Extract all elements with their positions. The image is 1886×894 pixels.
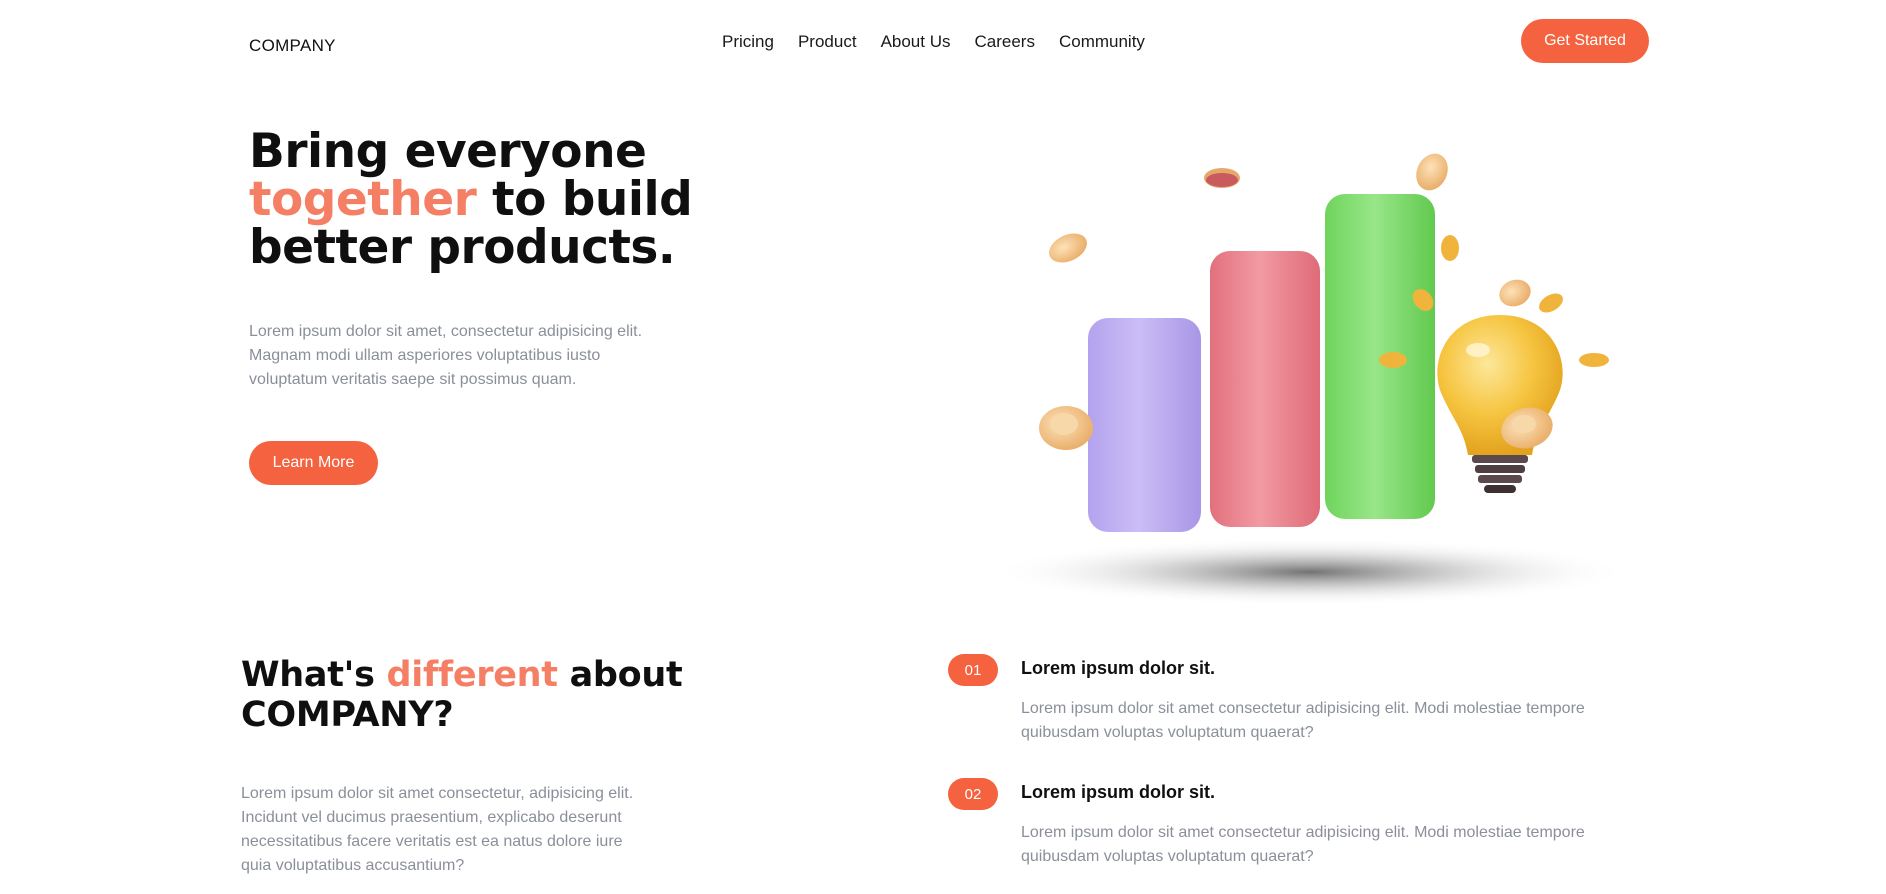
bar-green xyxy=(1325,194,1435,519)
coin-icon xyxy=(1539,293,1563,313)
coin-icon xyxy=(1416,153,1448,191)
feature-description: Lorem ipsum dolor sit amet consectetur a… xyxy=(1021,700,1585,741)
menu-item-about-us[interactable]: About Us xyxy=(881,32,951,52)
coin-icon xyxy=(1579,353,1609,367)
coin-icon xyxy=(1204,168,1240,188)
hero-title-line1: Bring everyone xyxy=(249,124,647,179)
get-started-button[interactable]: Get Started xyxy=(1521,19,1649,63)
feature-number-badge: 01 xyxy=(948,654,998,686)
bar-pink xyxy=(1210,251,1320,527)
different-title-accent: different xyxy=(386,655,559,695)
menu-item-community[interactable]: Community xyxy=(1059,32,1145,52)
coin-icon xyxy=(1049,233,1087,263)
hero-title-after-accent: to build xyxy=(476,172,693,227)
bar-chart-illustration xyxy=(990,153,1630,606)
coin-icon xyxy=(1379,352,1407,368)
different-section-description: Lorem ipsum dolor sit amet consectetur, … xyxy=(241,785,634,874)
hero-description: Lorem ipsum dolor sit amet, consectetur … xyxy=(249,323,643,388)
menu-item-product[interactable]: Product xyxy=(798,32,857,52)
logo[interactable]: COMPANY xyxy=(249,36,336,56)
lightbulb-icon xyxy=(1437,315,1563,493)
main-menu: Pricing Product About Us Careers Communi… xyxy=(722,32,1145,52)
hero-title-accent: together xyxy=(249,172,477,227)
learn-more-button[interactable]: Learn More xyxy=(249,441,378,485)
hero-title-line3: better products. xyxy=(249,220,676,275)
floor-shadow xyxy=(990,538,1630,606)
menu-item-pricing[interactable]: Pricing xyxy=(722,32,774,52)
top-navigation: COMPANY Pricing Product About Us Careers… xyxy=(0,0,1886,90)
hero-title: Bring everyone together to build better … xyxy=(249,128,769,272)
coin-icon xyxy=(1441,235,1459,261)
feature-title: Lorem ipsum dolor sit. xyxy=(1021,658,1216,678)
feature-title: Lorem ipsum dolor sit. xyxy=(1021,782,1216,802)
coin-icon xyxy=(1039,406,1093,450)
menu-item-careers[interactable]: Careers xyxy=(975,32,1035,52)
feature-description: Lorem ipsum dolor sit amet consectetur a… xyxy=(1021,824,1585,865)
feature-number-badge: 02 xyxy=(948,778,998,810)
coin-icon xyxy=(1499,279,1531,307)
bar-purple xyxy=(1088,318,1201,532)
different-title-before: What's xyxy=(241,655,387,695)
different-section-title: What's different about COMPANY? xyxy=(241,655,701,735)
